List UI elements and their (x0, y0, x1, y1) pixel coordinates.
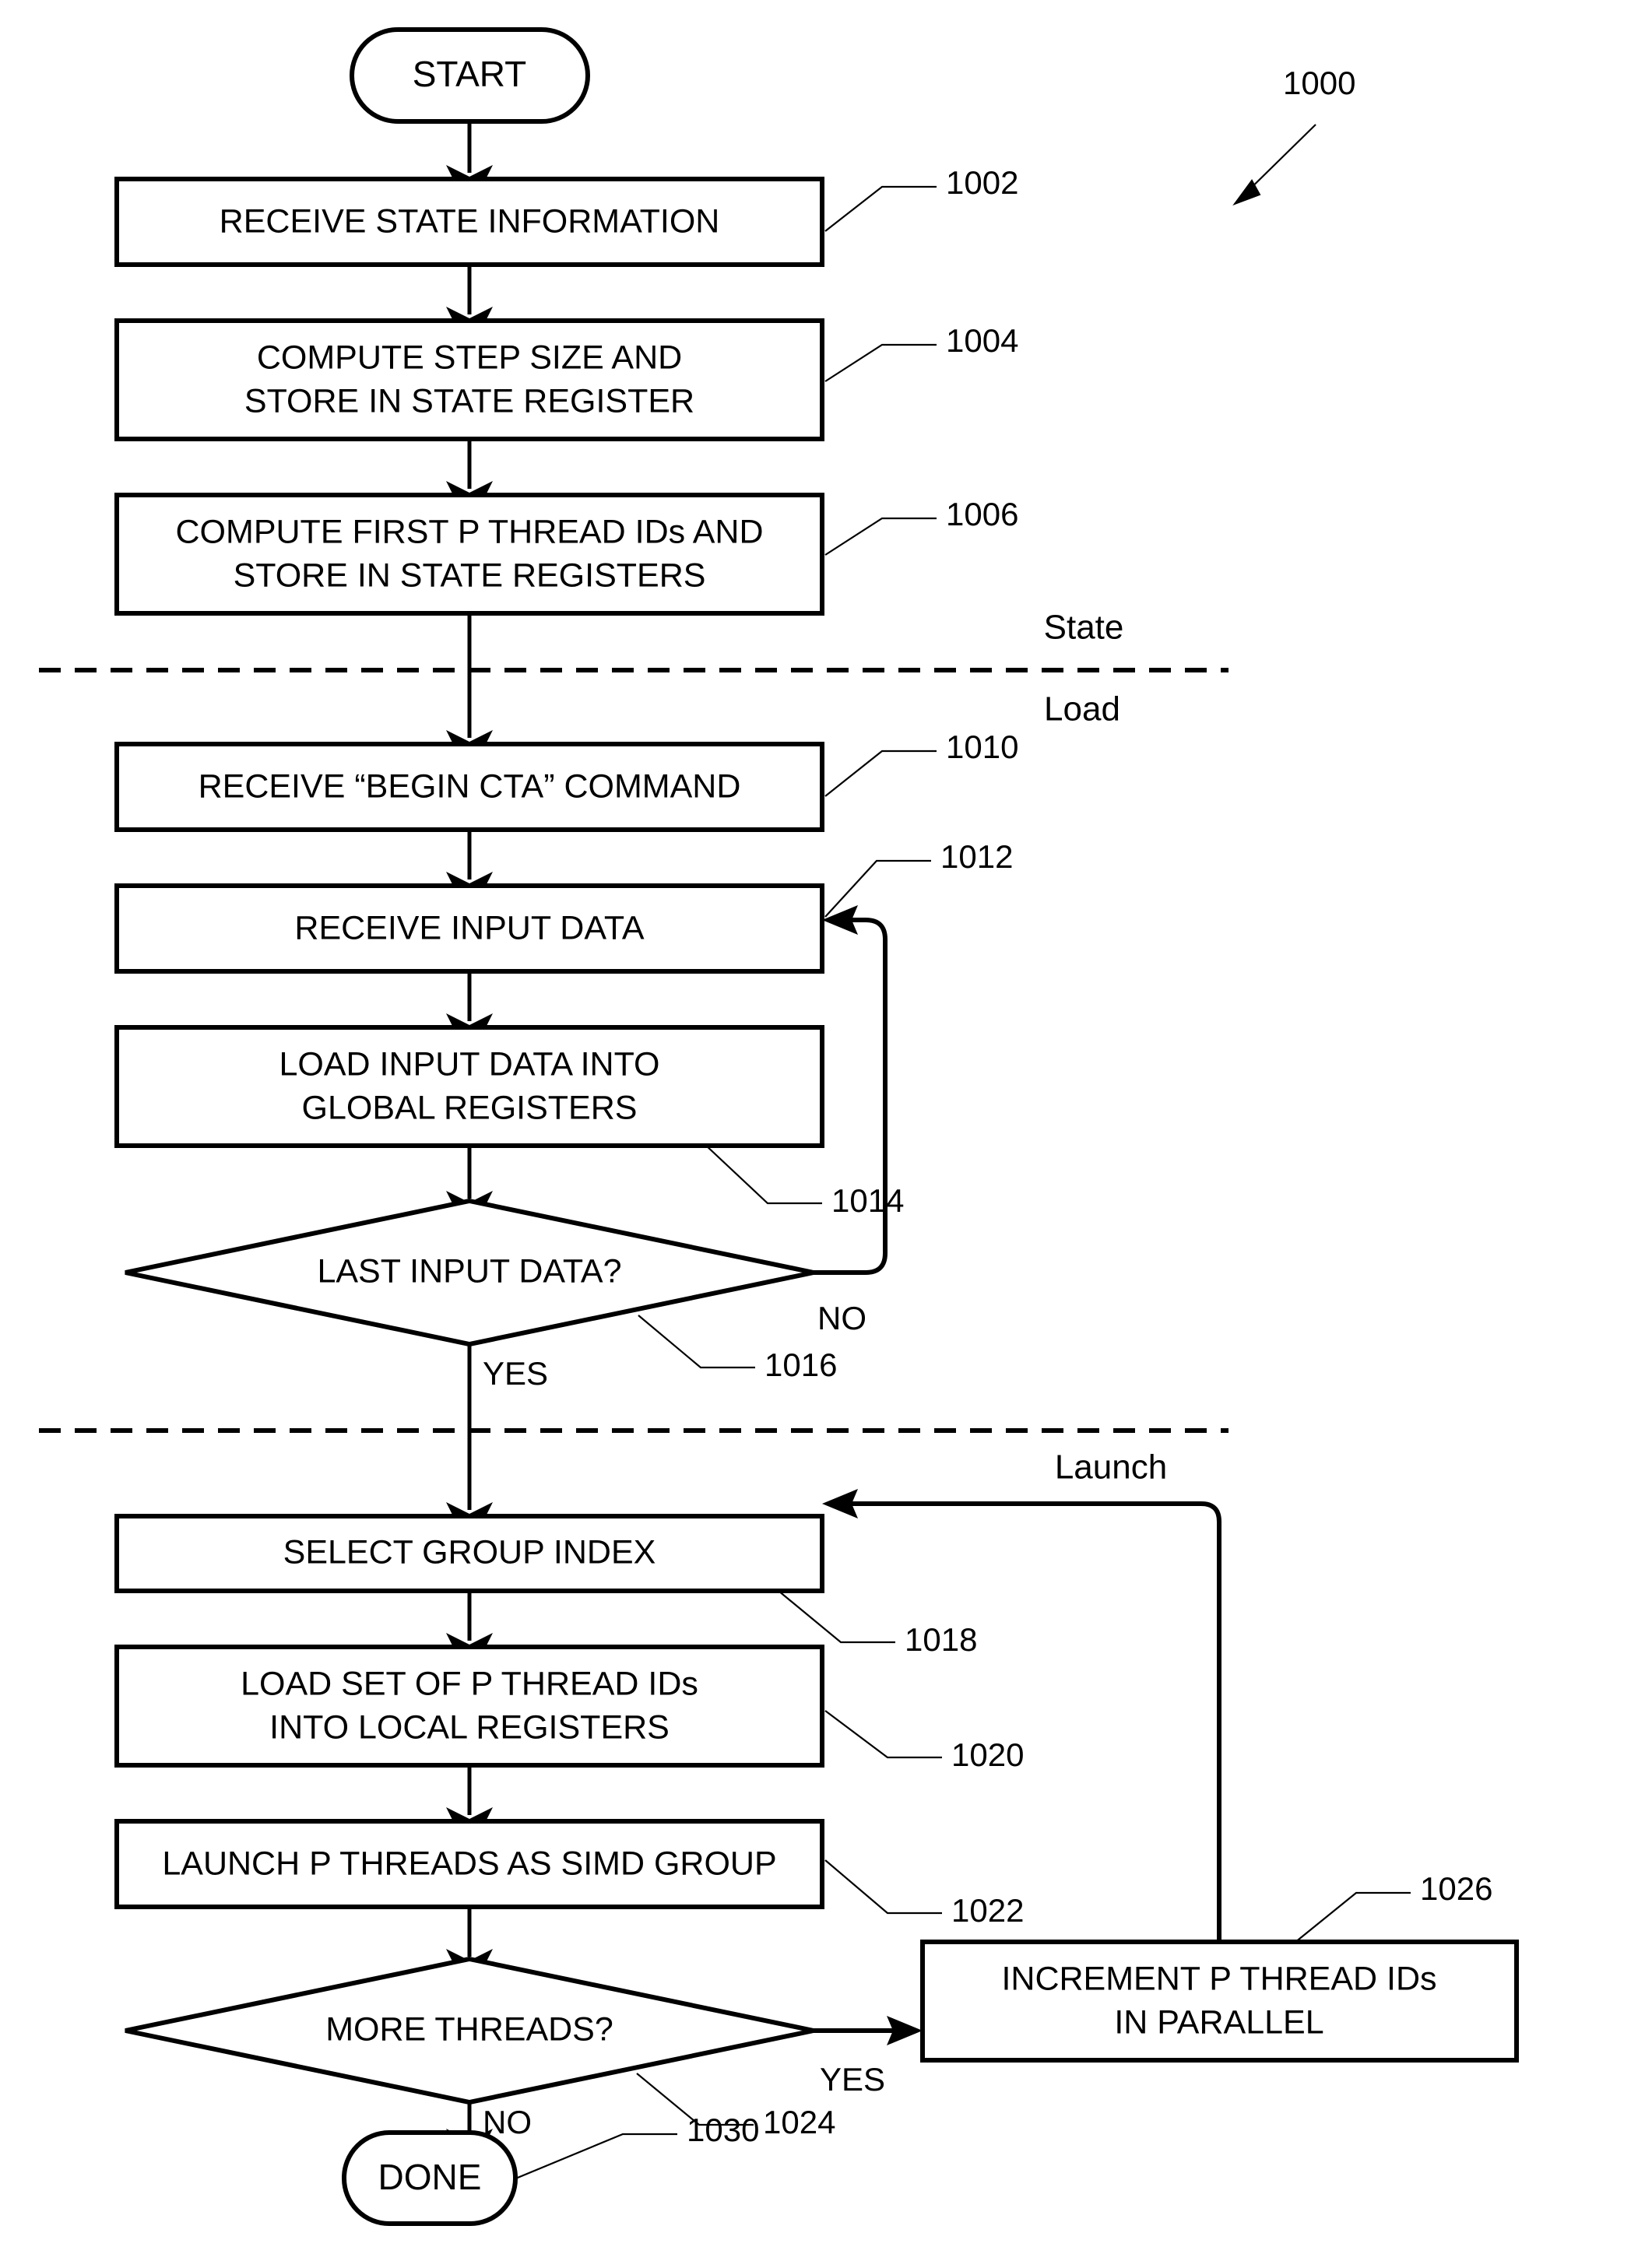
flowchart-canvas: 1000 START RECEIVE STATE INFORMATION 100… (39, 27, 1519, 2226)
ref-callout-1006: 1006 (824, 496, 1018, 556)
ref-callout-1022-text: 1022 (951, 1892, 1024, 1929)
ref-callout-1030-text: 1030 (687, 2112, 759, 2148)
step-box-1014: LOAD INPUT DATA INTO GLOBAL REGISTERS (114, 1025, 824, 1148)
ref-callout-1018-leader (778, 1590, 895, 1644)
ref-callout-1026: 1026 (1294, 1870, 1492, 1943)
ref-callout-1018-text: 1018 (905, 1621, 977, 1658)
ref-callout-1020-leader (824, 1710, 942, 1759)
step-box-1014-line-1: LOAD INPUT DATA INTO (279, 1045, 659, 1083)
figure-number-callout: 1000 (1232, 65, 1355, 206)
ref-callout-1030: 1030 (513, 2112, 759, 2181)
ref-callout-1002-leader (824, 185, 937, 232)
ref-callout-1030-leader (513, 2133, 677, 2181)
step-box-1014-line-2: GLOBAL REGISTERS (302, 1089, 638, 1126)
ref-callout-1016-leader (638, 1315, 755, 1369)
step-box-1020-line-1: LOAD SET OF P THREAD IDs (241, 1665, 698, 1702)
ref-callout-1010-text: 1010 (946, 728, 1018, 765)
step-box-1022: LAUNCH P THREADS AS SIMD GROUP (114, 1819, 824, 1909)
ref-callout-1012: 1012 (824, 838, 1013, 918)
step-box-1026: INCREMENT P THREAD IDs IN PARALLEL (920, 1940, 1519, 2063)
ref-callout-1026-leader (1294, 1891, 1411, 1943)
ref-callout-1006-leader (824, 517, 937, 556)
decision-1016: LAST INPUT DATA? (125, 1198, 814, 1347)
step-box-1004: COMPUTE STEP SIZE AND STORE IN STATE REG… (114, 318, 824, 441)
figure-number-text: 1000 (1283, 65, 1355, 101)
step-box-1002: RECEIVE STATE INFORMATION (114, 177, 824, 267)
ref-callout-1020: 1020 (824, 1710, 1024, 1773)
step-box-1010-line-1: RECEIVE “BEGIN CTA” COMMAND (199, 767, 741, 805)
ref-callout-1014-text: 1014 (831, 1182, 904, 1219)
step-box-1006-line-2: STORE IN STATE REGISTERS (234, 556, 706, 594)
terminal-start: START (350, 27, 590, 124)
ref-callout-1012-leader (824, 859, 931, 918)
ref-callout-1010: 1010 (824, 728, 1018, 797)
ref-callout-1004-text: 1004 (946, 322, 1018, 359)
ref-callout-1016: 1016 (638, 1315, 837, 1383)
step-box-1010: RECEIVE “BEGIN CTA” COMMAND (114, 742, 824, 832)
decision-1016-yes-label: YES (483, 1355, 548, 1392)
ref-callout-1024-text: 1024 (763, 2104, 835, 2140)
ref-callout-1012-text: 1012 (940, 838, 1013, 875)
decision-1016-label: LAST INPUT DATA? (317, 1252, 621, 1290)
decision-1024-yes-label: YES (820, 2061, 885, 2098)
ref-callout-1004: 1004 (824, 322, 1018, 382)
ref-callout-1010-leader (824, 750, 937, 797)
ref-callout-1006-text: 1006 (946, 496, 1018, 532)
ref-callout-1016-text: 1016 (765, 1346, 837, 1383)
step-box-1006: COMPUTE FIRST P THREAD IDs AND STORE IN … (114, 493, 824, 616)
ref-callout-1014: 1014 (704, 1143, 904, 1219)
step-box-1020: LOAD SET OF P THREAD IDs INTO LOCAL REGI… (114, 1645, 824, 1768)
step-box-1006-line-1: COMPUTE FIRST P THREAD IDs AND (176, 513, 764, 550)
step-box-1012: RECEIVE INPUT DATA (114, 883, 824, 974)
ref-callout-1026-text: 1026 (1420, 1870, 1492, 1907)
ref-callout-1002-text: 1002 (946, 164, 1018, 201)
step-box-1002-line-1: RECEIVE STATE INFORMATION (220, 202, 720, 240)
ref-callout-1014-leader (704, 1143, 822, 1205)
step-box-1026-line-2: IN PARALLEL (1114, 2003, 1323, 2041)
decision-1024: MORE THREADS? (125, 1956, 814, 2105)
step-box-1004-line-1: COMPUTE STEP SIZE AND (257, 339, 682, 376)
ref-callout-1002: 1002 (824, 164, 1018, 232)
step-box-1004-line-2: STORE IN STATE REGISTER (244, 382, 694, 420)
ref-callout-1020-text: 1020 (951, 1736, 1024, 1773)
ref-callout-1022: 1022 (824, 1859, 1024, 1929)
terminal-start-label: START (413, 54, 527, 94)
phase-label-launch: Launch (1055, 1448, 1167, 1487)
phase-label-state: State (1044, 609, 1124, 647)
ref-callout-1022-leader (824, 1859, 942, 1915)
terminal-done: DONE (342, 2130, 518, 2226)
ref-callout-1004-leader (824, 343, 937, 382)
step-box-1012-line-1: RECEIVE INPUT DATA (294, 909, 645, 946)
step-box-1020-line-2: INTO LOCAL REGISTERS (269, 1708, 670, 1746)
step-box-1018-line-1: SELECT GROUP INDEX (283, 1533, 656, 1571)
step-box-1026-line-1: INCREMENT P THREAD IDs (1001, 1960, 1436, 1997)
decision-1016-no-label: NO (817, 1300, 866, 1336)
phase-label-load: Load (1044, 690, 1120, 728)
decision-1024-label: MORE THREADS? (325, 2010, 613, 2048)
step-box-1018: SELECT GROUP INDEX (114, 1514, 824, 1593)
flowchart-figure: 1000 START RECEIVE STATE INFORMATION 100… (0, 0, 1645, 2268)
step-box-1022-line-1: LAUNCH P THREADS AS SIMD GROUP (162, 1845, 776, 1882)
terminal-done-label: DONE (378, 2157, 482, 2197)
connector-1026-loop-to-1018 (841, 1501, 1221, 1942)
